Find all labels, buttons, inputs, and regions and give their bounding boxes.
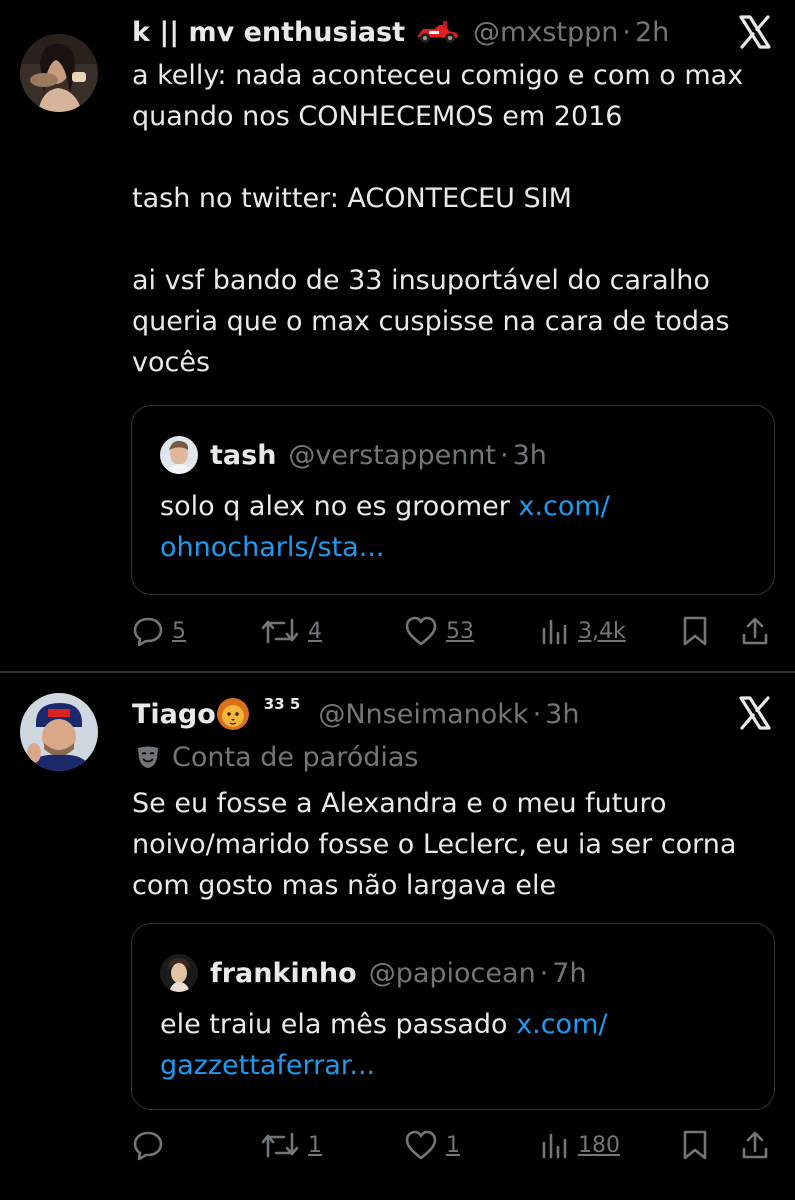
avatar[interactable]: [20, 34, 98, 112]
tweet-actions: 5 4 53 3,4k: [132, 611, 772, 651]
quoted-link[interactable]: ohnocharls/sta...: [160, 532, 384, 563]
tweet-text: a kelly: nada aconteceu comigo e com o m…: [132, 55, 772, 383]
views-count: 180: [578, 1132, 620, 1158]
quoted-timestamp: 3h: [512, 439, 547, 471]
retweet-count: 1: [308, 1132, 322, 1158]
author-handle[interactable]: @Nnseimanokk: [318, 699, 528, 730]
x-logo-icon: [735, 693, 775, 733]
tweet-text-line: quando nos CONHECEMOS em 2016: [132, 101, 623, 132]
like-button[interactable]: 53: [404, 611, 474, 651]
quoted-author-name: frankinho: [210, 957, 357, 989]
quoted-tweet-header: frankinho @papiocean · 7h: [160, 954, 587, 992]
timeline-feed: k || mv enthusiast @mxstppn · 2h a kelly…: [0, 0, 795, 1200]
views-button[interactable]: 3,4k: [540, 611, 626, 651]
author-handle[interactable]: @mxstppn: [473, 17, 618, 48]
quoted-tweet-text: solo q alex no es groomer x.com/ ohnocha…: [160, 486, 750, 568]
quoted-link[interactable]: x.com/: [518, 491, 609, 522]
quoted-text: ele traiu ela mês passado: [160, 1009, 517, 1040]
bookmark-button[interactable]: [680, 611, 710, 651]
race-car-emoji: [415, 19, 459, 45]
bookmark-icon: [683, 616, 707, 646]
heart-icon: [405, 1130, 437, 1160]
share-icon: [742, 1131, 768, 1159]
tweet[interactable]: k || mv enthusiast @mxstppn · 2h a kelly…: [0, 0, 795, 672]
tweet-text-line: ai vsf bando de 33 insuportável do caral…: [132, 265, 710, 296]
quoted-link[interactable]: gazzettaferrar...: [160, 1050, 375, 1081]
tweet-text-line: a kelly: nada aconteceu comigo e com o m…: [132, 60, 744, 91]
timestamp[interactable]: 2h: [635, 17, 669, 48]
views-button[interactable]: 180: [540, 1125, 620, 1165]
quoted-tweet[interactable]: tash @verstappennt · 3h solo q alex no e…: [131, 405, 775, 595]
avatar-photo: [20, 693, 98, 771]
tweet-header: Tiago 33 5 @Nnseimanokk · 3h: [132, 694, 579, 734]
timestamp[interactable]: 3h: [545, 699, 579, 730]
separator-dot: ·: [539, 957, 549, 989]
lion-emoji: [216, 697, 250, 731]
share-button[interactable]: [740, 1125, 770, 1165]
reply-icon: [133, 1131, 163, 1161]
tweet-text-line: queria que o max cuspisse na cara de tod…: [132, 306, 730, 337]
quoted-author-handle: @verstappennt: [288, 439, 497, 471]
retweet-button[interactable]: 1: [260, 1125, 322, 1165]
separator-dot: ·: [532, 698, 542, 730]
quoted-author-handle: @papiocean: [368, 957, 536, 989]
like-button[interactable]: 1: [404, 1125, 460, 1165]
tweet-text-line: vocês: [132, 347, 211, 378]
tweet-actions: 1 1 180: [132, 1125, 772, 1165]
reply-icon: [133, 617, 163, 647]
tweet[interactable]: Tiago 33 5 @Nnseimanokk · 3h Conta de pa…: [0, 673, 795, 1200]
reply-button[interactable]: 5: [132, 611, 186, 651]
superscript-label: 33 5: [263, 695, 301, 713]
quoted-tweet-header: tash @verstappennt · 3h: [160, 436, 547, 474]
quoted-timestamp: 7h: [552, 957, 587, 989]
separator-dot: ·: [500, 439, 509, 471]
avatar[interactable]: [20, 693, 98, 771]
share-button[interactable]: [740, 611, 770, 651]
author-name[interactable]: k || mv enthusiast: [132, 17, 405, 48]
like-count: 1: [446, 1132, 460, 1158]
retweet-button[interactable]: 4: [260, 611, 322, 651]
tweet-text: Se eu fosse a Alexandra e o meu futuro n…: [132, 783, 772, 906]
avatar-photo: [20, 34, 98, 112]
tweet-text-line: noivo/marido fosse o Leclerc, eu ia ser …: [132, 829, 737, 860]
quoted-avatar: [160, 954, 198, 992]
x-logo-icon: [735, 12, 775, 52]
tweet-text-line: tash no twitter: ACONTECEU SIM: [132, 183, 572, 214]
retweet-count: 4: [308, 618, 322, 644]
views-icon: [542, 1133, 567, 1159]
heart-icon: [405, 616, 437, 646]
views-icon: [542, 619, 567, 645]
reply-count: 5: [172, 618, 186, 644]
quoted-avatar: [160, 436, 198, 474]
tweet-text-line: com gosto mas não largava ele: [132, 870, 557, 901]
author-name[interactable]: Tiago: [132, 699, 216, 730]
quoted-text: solo q alex no es groomer: [160, 491, 519, 522]
tweet-header: k || mv enthusiast @mxstppn · 2h: [132, 12, 669, 52]
retweet-icon: [261, 618, 299, 644]
quoted-author-name: tash: [210, 439, 277, 471]
parody-account-label: Conta de paródias: [134, 737, 419, 777]
views-count: 3,4k: [578, 618, 626, 644]
separator-dot: ·: [622, 16, 631, 48]
bookmark-icon: [683, 1130, 707, 1160]
reply-button[interactable]: [132, 1125, 172, 1165]
quoted-tweet-text: ele traiu ela mês passado x.com/ gazzett…: [160, 1004, 750, 1086]
quoted-link[interactable]: x.com/: [516, 1009, 607, 1040]
theater-mask-icon: [134, 743, 162, 771]
like-count: 53: [446, 618, 474, 644]
bookmark-button[interactable]: [680, 1125, 710, 1165]
retweet-icon: [261, 1132, 299, 1158]
quoted-tweet[interactable]: frankinho @papiocean · 7h ele traiu ela …: [131, 923, 775, 1110]
share-icon: [742, 617, 768, 645]
parody-text: Conta de paródias: [172, 741, 419, 773]
tweet-text-line: Se eu fosse a Alexandra e o meu futuro: [132, 788, 667, 819]
